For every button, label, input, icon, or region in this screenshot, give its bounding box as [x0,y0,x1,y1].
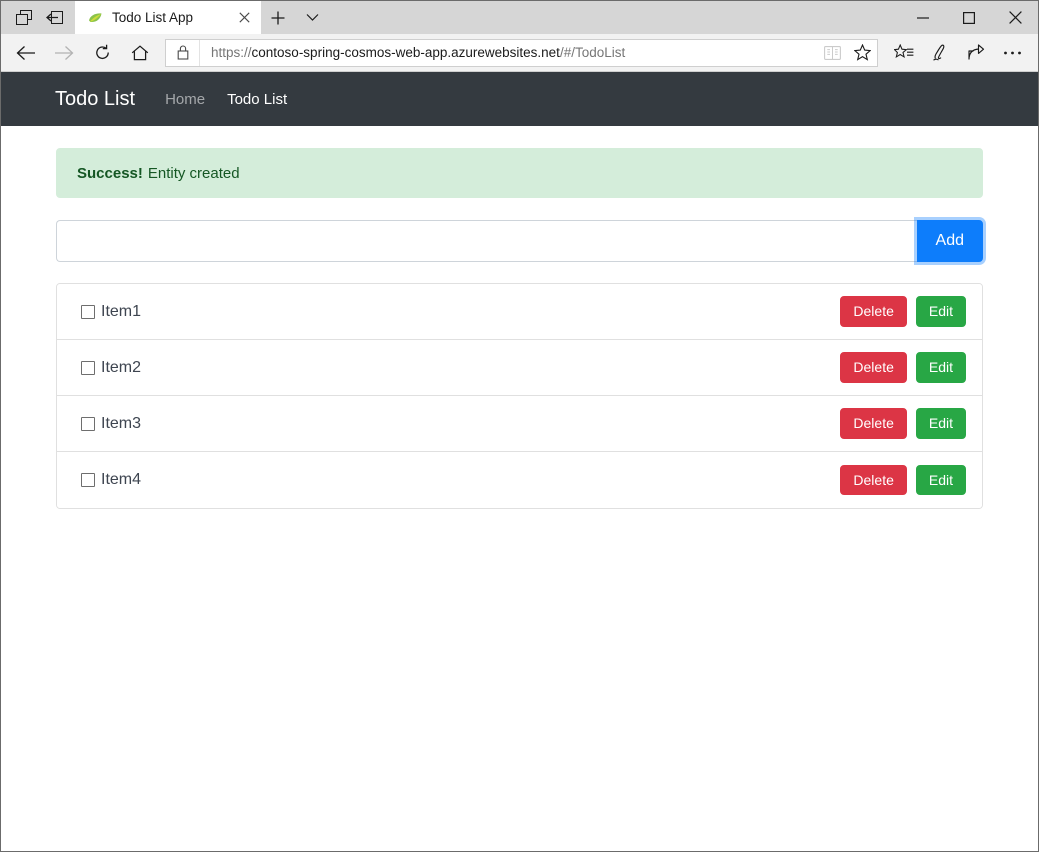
back-arrow-icon[interactable] [7,36,45,70]
alert-message-text: Entity created [148,165,240,182]
edit-button[interactable]: Edit [916,352,966,383]
delete-button[interactable]: Delete [840,465,906,496]
lock-icon [166,40,200,66]
add-todo-form: Add [56,220,983,262]
page-content: Todo List Home Todo List Success! Entity… [1,72,1038,851]
ellipsis-icon[interactable] [994,36,1030,70]
todo-item-label: Item2 [101,359,141,377]
url-path: /#/TodoList [560,45,625,60]
delete-button[interactable]: Delete [840,352,906,383]
add-button[interactable]: Add [917,220,983,262]
address-bar: https://contoso-spring-cosmos-web-app.az… [1,34,1038,72]
spring-leaf-favicon [87,10,103,26]
tab-title: Todo List App [112,10,233,25]
browser-tab[interactable]: Todo List App [75,1,261,34]
url-scheme: https:// [211,45,252,60]
maximize-icon[interactable] [946,1,992,34]
favorites-list-icon[interactable] [886,36,922,70]
title-bar: Todo List App [1,1,1038,34]
url-bar[interactable]: https://contoso-spring-cosmos-web-app.az… [165,39,878,67]
todo-checkbox[interactable] [81,417,95,431]
alert-strong-text: Success! [77,165,143,182]
close-window-icon[interactable] [992,1,1038,34]
nav-link-home[interactable]: Home [165,91,205,108]
browser-window: Todo List App [0,0,1039,852]
close-icon[interactable] [233,7,255,29]
todo-item-left: Item4 [81,471,840,489]
new-todo-input[interactable] [56,220,917,262]
navbar-brand[interactable]: Todo List [55,88,135,111]
todo-item-actions: Delete Edit [840,352,966,383]
table-row: Item2 Delete Edit [57,340,982,396]
minimize-icon[interactable] [900,1,946,34]
url-host: contoso-spring-cosmos-web-app.azurewebsi… [252,45,560,60]
edit-button[interactable]: Edit [916,296,966,327]
forward-arrow-icon[interactable] [45,36,83,70]
todo-item-label: Item1 [101,303,141,321]
todo-checkbox[interactable] [81,361,95,375]
star-icon[interactable] [847,40,877,66]
tab-list-icon[interactable] [9,5,39,31]
todo-item-label: Item4 [101,471,141,489]
set-tabs-aside-icon[interactable] [39,5,69,31]
todo-checkbox[interactable] [81,473,95,487]
home-icon[interactable] [121,36,159,70]
delete-button[interactable]: Delete [840,408,906,439]
todo-item-actions: Delete Edit [840,408,966,439]
todo-item-actions: Delete Edit [840,465,966,496]
todo-item-left: Item1 [81,303,840,321]
pen-icon[interactable] [922,36,958,70]
plus-icon[interactable] [261,1,295,34]
table-row: Item4 Delete Edit [57,452,982,508]
nav-link-todo-list[interactable]: Todo List [227,91,287,108]
refresh-icon[interactable] [83,36,121,70]
success-alert: Success! Entity created [56,148,983,198]
todo-checkbox[interactable] [81,305,95,319]
reading-view-icon[interactable] [817,40,847,66]
todo-item-actions: Delete Edit [840,296,966,327]
window-controls [900,1,1038,34]
edit-button[interactable]: Edit [916,465,966,496]
todo-item-left: Item2 [81,359,840,377]
page-container: Success! Entity created Add Item1 Delete… [1,126,1038,509]
title-bar-left-icons [1,1,75,34]
todo-list: Item1 Delete Edit Item2 Delete Edit [56,283,983,509]
table-row: Item3 Delete Edit [57,396,982,452]
table-row: Item1 Delete Edit [57,284,982,340]
chevron-down-icon[interactable] [295,1,329,34]
delete-button[interactable]: Delete [840,296,906,327]
edit-button[interactable]: Edit [916,408,966,439]
share-icon[interactable] [958,36,994,70]
todo-item-left: Item3 [81,415,840,433]
todo-item-label: Item3 [101,415,141,433]
url-input[interactable]: https://contoso-spring-cosmos-web-app.az… [200,45,817,60]
site-navbar: Todo List Home Todo List [1,72,1038,126]
